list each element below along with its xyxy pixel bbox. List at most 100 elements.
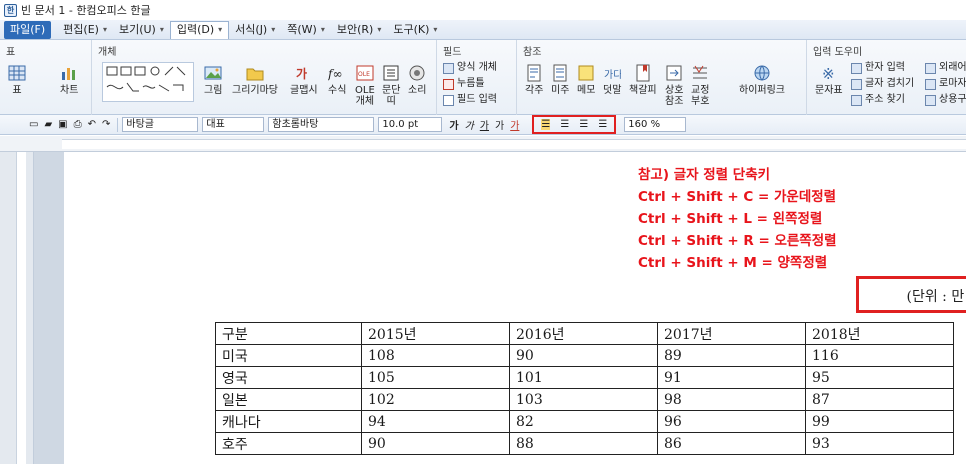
menu-tools[interactable]: 도구(K) ▾ [387, 21, 443, 39]
table-header-cell[interactable]: 2015년 [361, 322, 510, 345]
table-cell[interactable]: 일본 [215, 388, 362, 411]
save-icon[interactable]: ▣ [58, 119, 67, 130]
sound-button[interactable]: 소리 [408, 64, 426, 96]
table-cell[interactable]: 96 [657, 410, 806, 433]
open-folder-icon[interactable]: ▰ [44, 119, 52, 130]
hanja-input-button[interactable]: 한자 입력 [851, 62, 905, 74]
center-align-icon[interactable]: ☰ [579, 119, 588, 130]
menu-edit[interactable]: 편집(E) ▾ [57, 21, 113, 39]
menu-file[interactable]: 파일(F) [4, 20, 52, 39]
vertical-ruler[interactable] [0, 152, 34, 464]
ole-icon: OLE [356, 65, 374, 81]
formula-button[interactable]: f∞ 수식 [328, 64, 346, 96]
strikethrough-button[interactable]: 가 [495, 117, 504, 132]
table-cell[interactable]: 82 [509, 410, 658, 433]
new-document-icon[interactable]: ▭ [29, 119, 38, 130]
table-cell[interactable]: 105 [361, 366, 510, 389]
symbol-table-button[interactable]: ※ 문자표 [815, 64, 843, 96]
document-page[interactable]: 참고) 글자 정렬 단축키 Ctrl + Shift + C = 가운데정렬 C… [64, 152, 966, 464]
ribbon-group-input-helper: 입력 도우미 ※ 문자표 한자 입력 글자 겹치기 주소 찾기 외래어 로마자 상… [807, 40, 966, 115]
style-select[interactable]: 바탕글 [122, 117, 199, 132]
italic-button[interactable]: 가 [465, 117, 474, 132]
font-size-field[interactable]: 10.0 pt [378, 117, 443, 132]
horizontal-ruler[interactable] [0, 136, 966, 152]
pushbutton-field-button[interactable]: 누름틀 [443, 78, 485, 90]
shortcut-note: 참고) 글자 정렬 단축키 Ctrl + Shift + C = 가운데정렬 C… [638, 164, 837, 274]
form-object-button[interactable]: 양식 개체 [443, 62, 497, 74]
table-cell[interactable]: 87 [805, 388, 954, 411]
glyph-overlap-button[interactable]: 글자 겹치기 [851, 78, 914, 90]
memo-button[interactable]: 메모 [577, 64, 595, 96]
ole-button[interactable]: OLE OLE 개체 [355, 64, 375, 107]
hyperlink-button[interactable]: 하이퍼링크 [739, 64, 785, 96]
font-select[interactable]: 함초롬바탕 [268, 117, 375, 132]
table-header-cell[interactable]: 2018년 [805, 322, 954, 345]
note-line-center: Ctrl + Shift + C = 가운데정렬 [638, 189, 837, 205]
table-cell[interactable]: 91 [657, 366, 806, 389]
menu-page[interactable]: 쪽(W) ▾ [281, 21, 331, 39]
table-cell[interactable]: 101 [509, 366, 658, 389]
footnote-button[interactable]: 각주 [525, 64, 543, 96]
chart-button[interactable]: 차트 [60, 64, 78, 96]
shapes-gallery[interactable] [102, 62, 194, 102]
table-cell[interactable]: 116 [805, 344, 954, 367]
print-icon[interactable]: ⎙ [74, 119, 82, 130]
menu-tools-label: 도구(K) [393, 22, 430, 36]
menu-view[interactable]: 보기(U) ▾ [113, 21, 170, 39]
cross-reference-button[interactable]: 상호 참조 [665, 64, 683, 107]
paragraph-band-button[interactable]: 문단 띠 [382, 64, 400, 107]
proofread-mark-button[interactable]: 교정 부호 [691, 64, 709, 107]
overlay-text-button[interactable]: 가다 덧말 [603, 64, 621, 96]
address-search-button[interactable]: 주소 찾기 [851, 94, 905, 106]
justify-align-icon[interactable]: ☰ [541, 119, 551, 130]
table-header-cell[interactable]: 구분 [215, 322, 362, 345]
table-cell[interactable]: 93 [805, 432, 954, 455]
endnote-button[interactable]: 미주 [551, 64, 569, 96]
table-cell[interactable]: 호주 [215, 432, 362, 455]
picture-button[interactable]: 그림 [204, 64, 222, 96]
data-table[interactable]: 구분 2015년 2016년 2017년 2018년 미국 108 90 89 … [215, 322, 954, 455]
table-button[interactable]: 표 [8, 64, 26, 96]
table-cell[interactable]: 캐나다 [215, 410, 362, 433]
line-spacing-value: 160 [628, 119, 648, 130]
table-cell[interactable]: 86 [657, 432, 806, 455]
menu-format[interactable]: 서식(J) ▾ [229, 21, 281, 39]
drawing-mart-button[interactable]: 그리기마당 [232, 64, 278, 96]
font-color-button[interactable]: 가 [510, 117, 519, 132]
language-select[interactable]: 대표 [202, 117, 265, 132]
table-cell[interactable]: 90 [509, 344, 658, 367]
table-cell[interactable]: 88 [509, 432, 658, 455]
word-art-button[interactable]: 가 글맵시 [290, 64, 318, 96]
menu-security[interactable]: 보안(R) ▾ [331, 21, 387, 39]
common-words-button[interactable]: 상용구 [925, 94, 966, 106]
menu-insert[interactable]: 입력(D) ▾ [169, 20, 230, 39]
table-cell[interactable]: 99 [805, 410, 954, 433]
line-spacing-field[interactable]: 160 % [624, 117, 687, 132]
redo-icon[interactable]: ↷ [102, 119, 110, 130]
romanization-button[interactable]: 로마자 [925, 78, 966, 90]
table-header-cell[interactable]: 2016년 [509, 322, 658, 345]
table-cell[interactable]: 102 [361, 388, 510, 411]
undo-icon[interactable]: ↶ [88, 119, 96, 130]
left-align-icon[interactable]: ☰ [560, 119, 569, 130]
table-cell[interactable]: 미국 [215, 344, 362, 367]
title-bar: 한 빈 문서 1 - 한컴오피스 한글 [0, 0, 966, 20]
bold-button[interactable]: 가 [449, 117, 458, 132]
table-header-cell[interactable]: 2017년 [657, 322, 806, 345]
table-cell[interactable]: 영국 [215, 366, 362, 389]
field-input-button[interactable]: 필드 입력 [443, 94, 497, 106]
table-cell[interactable]: 108 [361, 344, 510, 367]
foreign-word-button[interactable]: 외래어 [925, 62, 966, 74]
table-cell[interactable]: 103 [509, 388, 658, 411]
table-cell[interactable]: 98 [657, 388, 806, 411]
table-cell[interactable]: 90 [361, 432, 510, 455]
bookmark-button[interactable]: 책갈피 [629, 64, 657, 96]
proofread-label-2: 부호 [691, 96, 710, 107]
group-title-object: 개체 [98, 47, 117, 58]
underline-button[interactable]: 가 [480, 117, 489, 132]
table-cell[interactable]: 94 [361, 410, 510, 433]
svg-text:가다: 가다 [604, 69, 621, 81]
table-cell[interactable]: 89 [657, 344, 806, 367]
right-align-icon[interactable]: ☰ [598, 119, 607, 130]
table-cell[interactable]: 95 [805, 366, 954, 389]
